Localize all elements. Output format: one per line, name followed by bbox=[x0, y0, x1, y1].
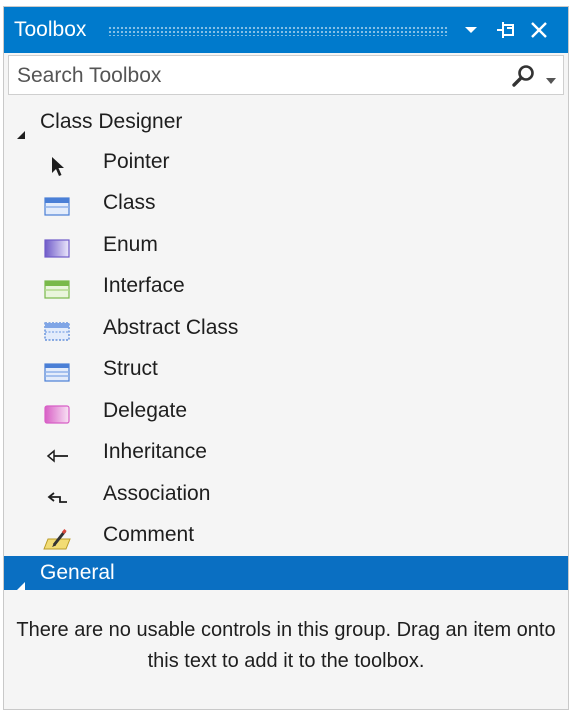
close-icon[interactable] bbox=[524, 15, 554, 45]
collapse-triangle-icon bbox=[16, 568, 26, 590]
toolbox-item-comment[interactable]: Comment bbox=[4, 515, 568, 555]
search-box bbox=[8, 55, 564, 95]
abstract-class-icon bbox=[42, 317, 72, 341]
association-icon bbox=[42, 483, 72, 505]
group-label: Class Designer bbox=[40, 110, 183, 133]
toolbox-titlebar[interactable]: Toolbox bbox=[4, 7, 568, 53]
inheritance-icon bbox=[42, 441, 72, 463]
collapse-triangle-icon bbox=[16, 117, 26, 139]
drag-grip[interactable] bbox=[108, 26, 448, 36]
item-label: Inheritance bbox=[103, 440, 207, 463]
comment-icon bbox=[42, 524, 72, 550]
item-label: Pointer bbox=[103, 150, 170, 173]
search-options-chevron-down-icon[interactable] bbox=[545, 72, 557, 84]
search-icon[interactable] bbox=[511, 64, 537, 88]
struct-icon bbox=[42, 358, 72, 382]
toolbox-item-class[interactable]: Class bbox=[4, 183, 568, 223]
item-label: Delegate bbox=[103, 399, 188, 422]
item-label: Comment bbox=[103, 523, 195, 546]
window-position-dropdown-icon[interactable] bbox=[456, 15, 486, 45]
delegate-icon bbox=[42, 400, 72, 424]
item-label: Enum bbox=[103, 233, 158, 256]
toolbox-item-pointer[interactable]: Pointer bbox=[4, 142, 568, 182]
item-label: Abstract Class bbox=[103, 316, 239, 339]
empty-group-message[interactable]: There are no usable controls in this gro… bbox=[14, 615, 558, 677]
toolbox-item-inheritance[interactable]: Inheritance bbox=[4, 432, 568, 472]
group-header-general[interactable]: General bbox=[4, 556, 568, 590]
toolbox-item-enum[interactable]: Enum bbox=[4, 225, 568, 265]
window-title: Toolbox bbox=[14, 18, 87, 41]
toolbox-item-struct[interactable]: Struct bbox=[4, 349, 568, 389]
pin-icon[interactable] bbox=[492, 15, 522, 45]
item-label: Struct bbox=[103, 357, 158, 380]
enum-icon bbox=[42, 234, 72, 258]
search-input[interactable] bbox=[15, 59, 489, 93]
group-header-class-designer[interactable]: Class Designer bbox=[4, 105, 568, 139]
item-label: Class bbox=[103, 191, 156, 214]
group-label: General bbox=[40, 561, 115, 584]
interface-icon bbox=[42, 275, 72, 299]
class-icon bbox=[42, 192, 72, 216]
item-label: Interface bbox=[103, 274, 185, 297]
toolbox-item-association[interactable]: Association bbox=[4, 474, 568, 514]
toolbox-window: Toolbox Search Toolbox Class Designer Po… bbox=[3, 6, 569, 710]
pointer-icon bbox=[42, 151, 72, 176]
toolbox-item-abstract-class[interactable]: Abstract Class bbox=[4, 308, 568, 348]
toolbox-item-delegate[interactable]: Delegate bbox=[4, 391, 568, 431]
toolbox-item-interface[interactable]: Interface bbox=[4, 266, 568, 306]
item-label: Association bbox=[103, 482, 211, 505]
